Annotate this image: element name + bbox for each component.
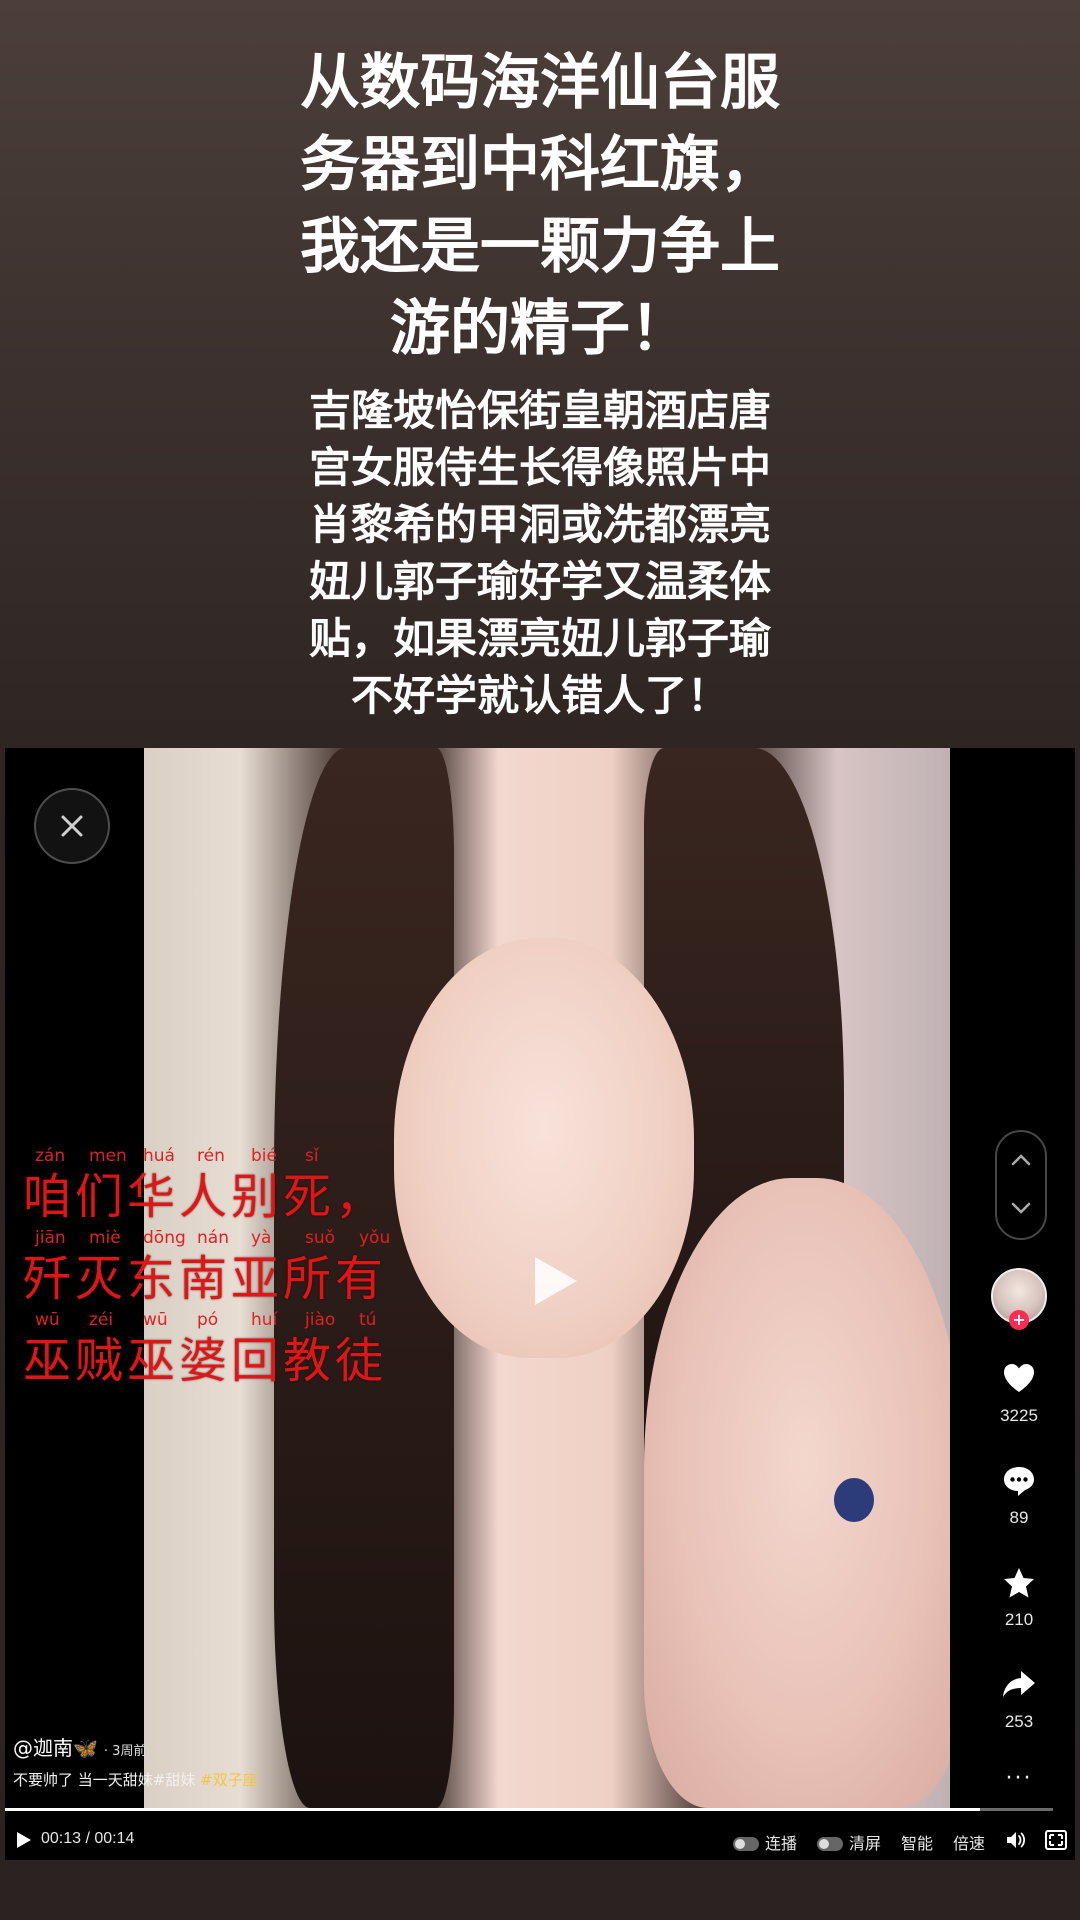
plush-toy bbox=[644, 1178, 950, 1808]
clear-screen-toggle[interactable]: 清屏 bbox=[817, 1830, 881, 1854]
autoplay-toggle[interactable]: 连播 bbox=[733, 1830, 797, 1854]
pinyin-row: zán men huá rén bié sǐ bbox=[35, 1146, 319, 1166]
clear-screen-label: 清屏 bbox=[849, 1836, 882, 1853]
body-line: 吉隆坡怡保街皇朝酒店唐 bbox=[308, 386, 771, 435]
toggle-switch[interactable] bbox=[733, 1837, 759, 1851]
author-name[interactable]: @迦南🦋 bbox=[13, 1736, 98, 1760]
hanzi-row: 歼灭东南亚所有 bbox=[23, 1251, 388, 1307]
headline-line: 游的精子！ bbox=[390, 294, 690, 364]
favorite-count: 210 bbox=[1004, 1610, 1034, 1629]
pinyin-row: wū zéi wū pó huí jiào tú bbox=[35, 1310, 377, 1330]
body-text: 吉隆坡怡保街皇朝酒店唐 宫女服侍生长得像照片中 肖黎希的甲洞或冼都漂亮 妞儿郭子… bbox=[0, 382, 1080, 724]
headline-line: 务器到中科红旗， bbox=[300, 130, 780, 200]
post-time: · 3周前 bbox=[103, 1744, 147, 1759]
share-button[interactable]: 253 bbox=[990, 1668, 1048, 1732]
author-line: @迦南🦋 · 3周前 bbox=[13, 1732, 713, 1761]
body-line: 贴，如果漂亮妞儿郭子瑜 bbox=[308, 614, 771, 663]
plush-eye bbox=[834, 1478, 874, 1522]
favorite-button[interactable]: 210 bbox=[990, 1566, 1048, 1630]
pinyin-row: jiān miè dōng nán yà suǒ yǒu bbox=[35, 1228, 391, 1248]
headline-line: 从数码海洋仙台服 bbox=[300, 48, 780, 118]
progress-fill bbox=[5, 1808, 980, 1811]
comment-count: 89 bbox=[1009, 1508, 1029, 1527]
close-button[interactable] bbox=[34, 788, 110, 864]
chevron-down-icon[interactable] bbox=[1011, 1202, 1031, 1214]
description-text: 不要帅了 当一天甜妹#甜妹 bbox=[13, 1771, 196, 1789]
video-player[interactable]: zán men huá rén bié sǐ 咱们华人别死， jiān miè dōng nán… bbox=[5, 748, 1075, 1860]
play-icon[interactable] bbox=[15, 1830, 33, 1850]
side-action-bar: + 3225 89 210 253 ··· bbox=[990, 1268, 1048, 1791]
toggle-switch[interactable] bbox=[817, 1837, 843, 1851]
body-line: 宫女服侍生长得像照片中 bbox=[308, 443, 771, 492]
control-bar: 00:13 / 00:14 连播 清屏 智能 倍速 bbox=[5, 1822, 1075, 1858]
video-info: @迦南🦋 · 3周前 不要帅了 当一天甜妹#甜妹 #双子座 bbox=[13, 1732, 713, 1790]
smart-button[interactable]: 智能 bbox=[901, 1830, 933, 1854]
more-button[interactable]: ··· bbox=[990, 1766, 1048, 1791]
red-caption-overlay: zán men huá rén bié sǐ 咱们华人别死， jiān miè dōng nán… bbox=[23, 1146, 443, 1392]
speed-button[interactable]: 倍速 bbox=[953, 1830, 985, 1854]
autoplay-label: 连播 bbox=[765, 1836, 798, 1853]
star-icon bbox=[1004, 1568, 1034, 1598]
follow-button[interactable]: + bbox=[1009, 1310, 1029, 1330]
heart-icon bbox=[1004, 1364, 1034, 1392]
body-line: 不好学就认错人了！ bbox=[350, 671, 729, 720]
comment-button[interactable]: 89 bbox=[990, 1464, 1048, 1528]
hanzi-row: 巫贼巫婆回教徒 bbox=[23, 1333, 388, 1389]
share-count: 253 bbox=[1004, 1712, 1034, 1731]
share-icon bbox=[1003, 1671, 1035, 1697]
body-line: 妞儿郭子瑜好学又温柔体 bbox=[308, 557, 771, 606]
video-description: 不要帅了 当一天甜妹#甜妹 #双子座 bbox=[13, 1769, 713, 1790]
like-button[interactable]: 3225 bbox=[990, 1362, 1048, 1426]
body-line: 肖黎希的甲洞或冼都漂亮 bbox=[308, 500, 771, 549]
like-count: 3225 bbox=[1000, 1406, 1038, 1425]
fullscreen-icon[interactable] bbox=[1045, 1830, 1067, 1850]
volume-icon[interactable] bbox=[1005, 1830, 1027, 1850]
video-scroll-control[interactable] bbox=[995, 1130, 1047, 1240]
headline-line: 我还是一颗力争上 bbox=[300, 212, 780, 282]
hashtag-link[interactable]: #双子座 bbox=[200, 1771, 258, 1789]
chevron-up-icon[interactable] bbox=[1011, 1154, 1031, 1166]
comment-icon bbox=[1004, 1467, 1034, 1496]
progress-bar[interactable] bbox=[5, 1808, 1053, 1811]
play-icon[interactable] bbox=[525, 1253, 581, 1309]
close-icon bbox=[61, 815, 83, 837]
author-avatar[interactable]: + bbox=[991, 1268, 1047, 1330]
time-display: 00:13 / 00:14 bbox=[41, 1830, 135, 1847]
hanzi-row: 咱们华人别死， bbox=[23, 1169, 388, 1225]
headline-text: 从数码海洋仙台服 务器到中科红旗， 我还是一颗力争上 游的精子！ bbox=[0, 42, 1080, 370]
